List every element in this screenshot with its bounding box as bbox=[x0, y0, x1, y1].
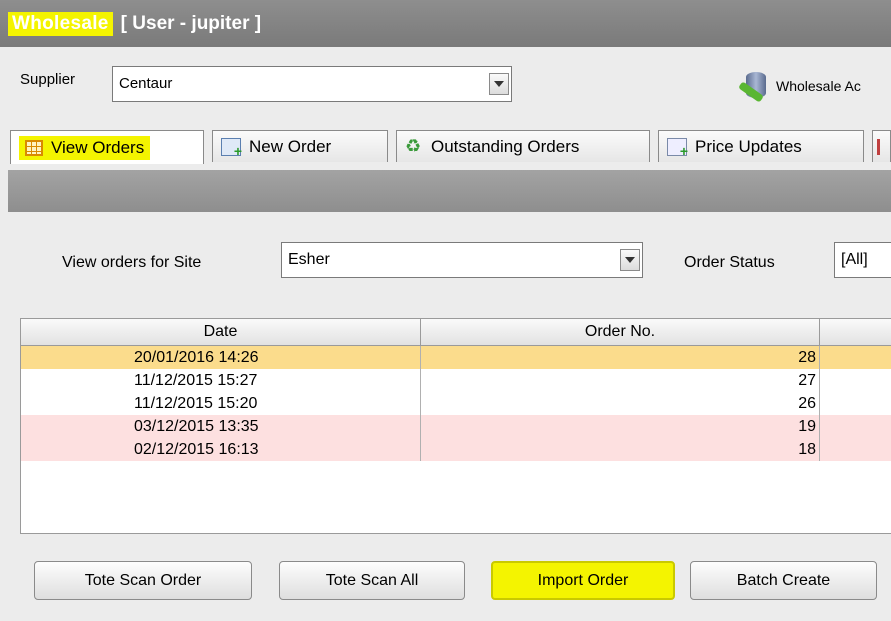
price-sheet-icon bbox=[667, 137, 688, 159]
site-select[interactable]: Esher bbox=[281, 242, 643, 278]
cell-order-no: 26 bbox=[421, 392, 820, 415]
table-row[interactable]: 03/12/2015 13:35 19 bbox=[21, 415, 891, 438]
grid-icon bbox=[25, 139, 43, 156]
supplier-select[interactable]: Centaur bbox=[112, 66, 512, 102]
supplier-label: Supplier bbox=[20, 71, 76, 88]
column-header-date[interactable]: Date bbox=[21, 319, 421, 345]
table-row[interactable]: 11/12/2015 15:27 27 bbox=[21, 369, 891, 392]
batch-create-button[interactable]: Batch Create bbox=[690, 561, 877, 600]
tab-more[interactable] bbox=[872, 130, 891, 162]
cell-date: 11/12/2015 15:20 bbox=[21, 392, 421, 415]
tab-outstanding-orders[interactable]: Outstanding Orders bbox=[396, 130, 650, 162]
tab-label: New Order bbox=[249, 136, 332, 156]
wholesale-link-label: Wholesale Ac bbox=[776, 78, 861, 94]
tab-label: View Orders bbox=[51, 137, 145, 157]
supplier-row: Supplier Centaur Wholesale Ac bbox=[8, 62, 891, 112]
import-order-button[interactable]: Import Order bbox=[491, 561, 675, 600]
tab-more-icon bbox=[877, 138, 880, 155]
wholesale-admin-link[interactable]: Wholesale Ac bbox=[738, 70, 861, 103]
cell-order-no: 28 bbox=[421, 346, 820, 369]
new-document-icon bbox=[221, 137, 242, 159]
table-header: Date Order No. bbox=[21, 319, 891, 346]
tab-label: Price Updates bbox=[695, 136, 802, 156]
cell-date: 02/12/2015 16:13 bbox=[21, 438, 421, 461]
title-bar: Wholesale [ User - jupiter ] bbox=[0, 0, 891, 47]
table-row[interactable]: 20/01/2016 14:26 28 bbox=[21, 346, 891, 369]
cell-date: 11/12/2015 15:27 bbox=[21, 369, 421, 392]
column-header-order-no[interactable]: Order No. bbox=[421, 319, 820, 345]
tab-bar: View Orders New Order Outstanding Orders… bbox=[8, 130, 891, 164]
database-icon bbox=[738, 70, 768, 103]
order-status-value: [All] bbox=[841, 251, 868, 268]
table-row[interactable]: 02/12/2015 16:13 18 bbox=[21, 438, 891, 461]
chevron-down-icon[interactable] bbox=[489, 73, 509, 95]
supplier-value: Centaur bbox=[119, 75, 173, 92]
order-status-select[interactable]: [All] bbox=[834, 242, 891, 278]
tab-view-orders[interactable]: View Orders bbox=[10, 130, 204, 164]
cell-order-no: 19 bbox=[421, 415, 820, 438]
cell-date: 20/01/2016 14:26 bbox=[21, 346, 421, 369]
app-name: Wholesale bbox=[8, 11, 113, 36]
site-value: Esher bbox=[288, 251, 330, 268]
recycle-icon bbox=[405, 136, 423, 157]
tab-price-updates[interactable]: Price Updates bbox=[658, 130, 864, 162]
tab-label: Outstanding Orders bbox=[431, 136, 580, 156]
orders-table: Date Order No. 20/01/2016 14:26 28 11/12… bbox=[20, 318, 891, 534]
chevron-down-icon[interactable] bbox=[620, 249, 640, 271]
cell-date: 03/12/2015 13:35 bbox=[21, 415, 421, 438]
cell-order-no: 18 bbox=[421, 438, 820, 461]
user-label: [ User - jupiter ] bbox=[120, 12, 262, 34]
order-status-label: Order Status bbox=[684, 254, 775, 271]
tote-scan-all-button[interactable]: Tote Scan All bbox=[279, 561, 465, 600]
toolbar-band bbox=[8, 170, 891, 212]
tote-scan-order-button[interactable]: Tote Scan Order bbox=[34, 561, 252, 600]
tab-new-order[interactable]: New Order bbox=[212, 130, 388, 162]
site-filter-label: View orders for Site bbox=[62, 254, 202, 271]
cell-order-no: 27 bbox=[421, 369, 820, 392]
table-row[interactable]: 11/12/2015 15:20 26 bbox=[21, 392, 891, 415]
